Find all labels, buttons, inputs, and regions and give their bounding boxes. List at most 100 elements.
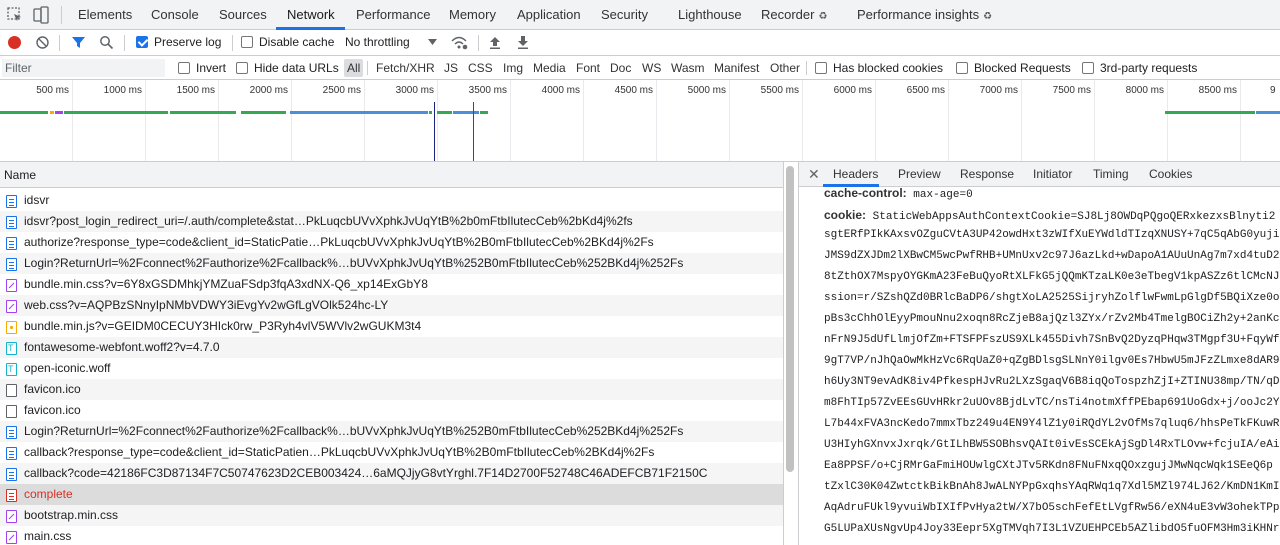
table-row[interactable]: Login?ReturnUrl=%2Fconnect%2Fauthorize%2… [0,253,783,274]
timeline-tick: 8000 ms [1125,85,1164,96]
table-row[interactable]: bundle.min.js?v=GEIDM0CECUY3HIck0rw_P3Ry… [0,316,783,337]
request-list-scrollbar[interactable] [786,166,794,472]
type-filter-ws[interactable]: WS [639,59,664,77]
timeline-tick: 4500 ms [614,85,653,96]
cookie-value-line: L7b44xFVA3ncKedo7mmxTbz249u4EN9Y4lZ1y0iR… [824,418,1280,430]
preserve-log-checkbox[interactable] [136,36,148,48]
header-value: max-age=0 [913,189,973,201]
blocked-requests-checkbox[interactable] [956,62,968,74]
table-row[interactable]: main.css [0,526,783,545]
details-tab-response[interactable]: Response [960,162,1014,187]
doc-file-icon [6,258,17,271]
table-row[interactable]: favicon.ico [0,400,783,421]
table-row[interactable]: complete [0,484,783,505]
tab-recorder[interactable]: Recorder ♻ [761,0,827,30]
record-button[interactable] [8,36,21,49]
table-row[interactable]: bootstrap.min.css [0,505,783,526]
search-icon[interactable] [99,35,114,50]
details-tab-initiator[interactable]: Initiator [1033,162,1072,187]
network-overview-timeline[interactable]: 500 ms 1000 ms 1500 ms 2000 ms 2500 ms 3… [0,80,1280,162]
timeline-tick: 6000 ms [833,85,872,96]
header-name: cookie: [824,208,867,222]
type-filter-all[interactable]: All [344,59,364,77]
table-row[interactable]: idsvr [0,190,783,211]
request-name: web.css?v=AQPBzSNnyIpNMbVDWY3iEvgYv2wGfL… [24,298,389,312]
table-row[interactable]: callback?response_type=code&client_id=St… [0,442,783,463]
tab-performance-insights[interactable]: Performance insights ♻ [857,0,992,30]
details-tab-preview[interactable]: Preview [898,162,941,187]
type-filter-manifest[interactable]: Manifest [711,59,762,77]
name-column-header[interactable]: Name [0,162,784,188]
throttling-select[interactable]: No throttling [345,35,410,49]
network-conditions-icon[interactable] [451,35,468,50]
table-row[interactable]: bundle.min.css?v=6Y8xGSDMhkjYMZuaFSdp3fq… [0,274,783,295]
request-name: authorize?response_type=code&client_id=S… [24,235,654,249]
filter-icon[interactable] [71,35,86,50]
has-blocked-cookies-checkbox[interactable] [815,62,827,74]
request-name: fontawesome-webfont.woff2?v=4.7.0 [24,340,220,354]
timeline-tick: 8500 ms [1198,85,1237,96]
inspect-element-icon[interactable] [6,6,24,24]
table-row[interactable]: favicon.ico [0,379,783,400]
third-party-checkbox[interactable] [1082,62,1094,74]
tab-lighthouse[interactable]: Lighthouse [678,0,742,30]
cookie-value-line: m8FhTIp57ZvEEsGUvHRkr2uUOv8BjdLvTC/nsTi4… [824,397,1280,409]
request-bar [1165,111,1255,114]
request-name: idsvr [24,193,50,207]
doc-file-icon [6,447,17,460]
table-row[interactable]: idsvr?post_login_redirect_uri=/.auth/com… [0,211,783,232]
tab-console[interactable]: Console [151,0,199,30]
table-row[interactable]: Login?ReturnUrl=%2Fconnect%2Fauthorize%2… [0,421,783,442]
disable-cache-checkbox[interactable] [241,36,253,48]
request-name: idsvr?post_login_redirect_uri=/.auth/com… [24,214,633,228]
tab-network[interactable]: Network [287,0,335,30]
type-filter-img[interactable]: Img [500,59,526,77]
details-tab-cookies[interactable]: Cookies [1149,162,1192,187]
request-table: idsvr idsvr?post_login_redirect_uri=/.aut… [0,190,783,545]
cookie-value-line: nFrN9J5dUfLlmjOfZm+FTSFPFszUS9XLk455Divh… [824,334,1280,346]
table-row[interactable]: web.css?v=AQPBzSNnyIpNMbVDWY3iEvgYv2wGfL… [0,295,783,316]
details-tab-timing[interactable]: Timing [1093,162,1129,187]
export-har-icon[interactable] [516,35,530,50]
tab-sources[interactable]: Sources [219,0,267,30]
header-cookie: cookie: StaticWebAppsAuthContextCookie=S… [824,208,1275,223]
tab-performance-insights-label: Performance insights [857,7,980,22]
doc-file-icon [6,195,17,208]
doc-file-icon [6,216,17,229]
request-bar [453,111,479,114]
clear-icon[interactable] [35,35,50,50]
type-filter-font[interactable]: Font [573,59,603,77]
table-row[interactable]: open-iconic.woff [0,358,783,379]
tab-security[interactable]: Security [601,0,648,30]
request-bar [437,111,452,114]
type-filter-js[interactable]: JS [441,59,461,77]
type-filter-media[interactable]: Media [530,59,569,77]
type-filter-wasm[interactable]: Wasm [668,59,708,77]
close-icon[interactable]: ✕ [808,166,820,183]
table-row[interactable]: fontawesome-webfont.woff2?v=4.7.0 [0,337,783,358]
filter-divider [806,61,807,75]
tab-elements[interactable]: Elements [78,0,132,30]
type-filter-other[interactable]: Other [767,59,803,77]
hide-data-urls-checkbox[interactable] [236,62,248,74]
err-file-icon [6,489,17,502]
cookie-value-line: sgtERfPIkKAxsvOZguCVtA3UP42owdHxt3zWIfXu… [824,229,1280,241]
chevron-down-icon[interactable] [428,39,437,45]
cookie-value-line: AqAdruFUkl9yvuiWbIXIfPvHya2tW/X7bO5schFe… [824,502,1280,514]
tab-application[interactable]: Application [517,0,581,30]
invert-checkbox[interactable] [178,62,190,74]
type-filter-fetch-xhr[interactable]: Fetch/XHR [373,59,438,77]
table-row[interactable]: authorize?response_type=code&client_id=S… [0,232,783,253]
tab-memory[interactable]: Memory [449,0,496,30]
type-filter-doc[interactable]: Doc [607,59,634,77]
column-divider [783,162,784,545]
hide-data-urls-label: Hide data URLs [254,61,339,75]
tab-performance[interactable]: Performance [356,0,430,30]
device-toolbar-icon[interactable] [32,6,50,24]
type-filter-css[interactable]: CSS [465,59,496,77]
import-har-icon[interactable] [488,35,502,50]
filter-input[interactable] [2,59,165,77]
request-name: complete [24,487,73,501]
table-row[interactable]: callback?code=42186FC3D87134F7C50747623D… [0,463,783,484]
request-name: bootstrap.min.css [24,508,119,522]
